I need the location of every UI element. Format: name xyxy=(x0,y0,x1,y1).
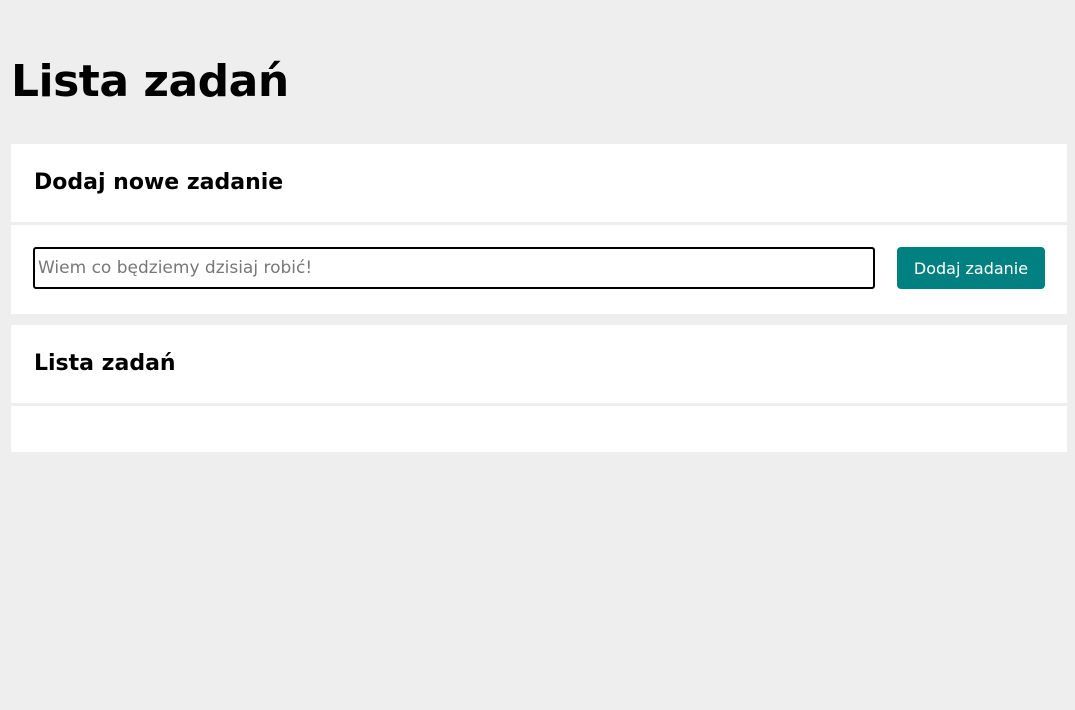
add-task-form: Dodaj zadanie xyxy=(11,225,1067,311)
add-task-button[interactable]: Dodaj zadanie xyxy=(897,247,1045,289)
page-title: Lista zadań xyxy=(11,56,289,107)
add-task-header: Dodaj nowe zadanie xyxy=(11,144,1067,225)
task-list xyxy=(11,406,1067,449)
new-task-input[interactable] xyxy=(33,247,875,289)
add-task-title: Dodaj nowe zadanie xyxy=(34,170,284,195)
task-list-title: Lista zadań xyxy=(34,351,176,376)
add-task-section: Dodaj nowe zadanie Dodaj zadanie xyxy=(11,144,1067,314)
task-list-header: Lista zadań xyxy=(11,325,1067,406)
task-list-section: Lista zadań xyxy=(11,325,1067,452)
